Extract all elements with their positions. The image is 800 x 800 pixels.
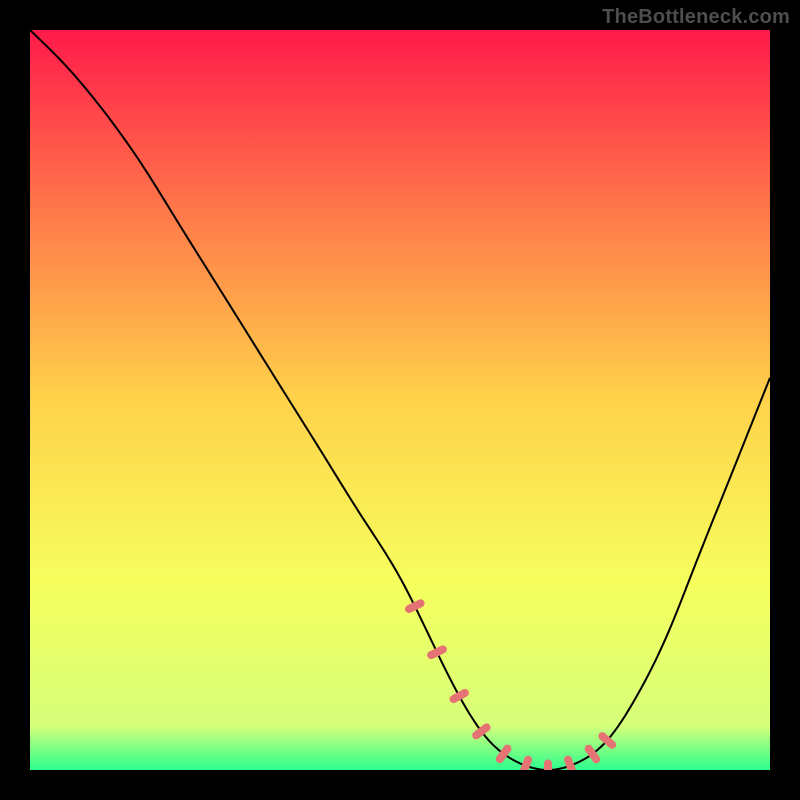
trough-dash (431, 649, 443, 655)
trough-dash (409, 603, 421, 609)
gradient-background (30, 30, 770, 770)
trough-dash (524, 760, 529, 770)
plot-area (30, 30, 770, 770)
chart-frame: TheBottleneck.com (0, 0, 800, 800)
chart-svg (30, 30, 770, 770)
trough-dash (454, 693, 465, 699)
trough-dash (568, 760, 572, 770)
watermark-text: TheBottleneck.com (602, 6, 790, 29)
